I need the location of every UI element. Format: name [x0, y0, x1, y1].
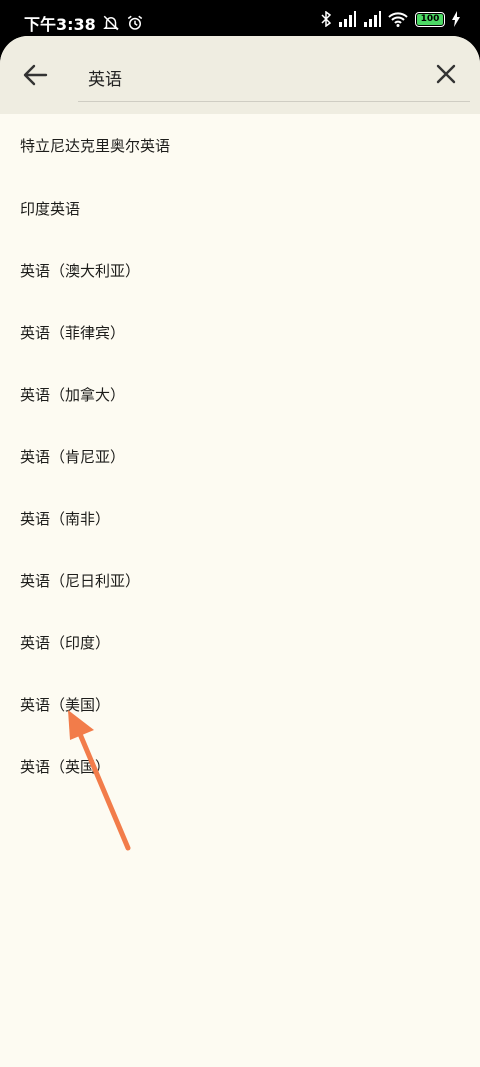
search-input[interactable] [78, 54, 470, 102]
language-result-list: 特立尼达克里奥尔英语 印度英语 英语（澳大利亚） 英语（菲律宾） 英语（加拿大）… [0, 114, 480, 798]
bluetooth-icon [321, 11, 331, 27]
search-header [0, 36, 480, 114]
status-left: 下午3:38 [24, 11, 144, 35]
wifi-icon [388, 12, 408, 27]
status-right: 100 [321, 11, 460, 27]
signal-icon [364, 11, 381, 27]
list-item[interactable]: 英语（印度） [0, 612, 480, 674]
list-item[interactable]: 印度英语 [0, 178, 480, 240]
list-item[interactable]: 特立尼达克里奥尔英语 [0, 114, 480, 178]
list-item[interactable]: 英语（南非） [0, 488, 480, 550]
battery-level: 100 [417, 13, 443, 25]
list-item[interactable]: 英语（菲律宾） [0, 302, 480, 364]
alarm-icon [127, 15, 143, 30]
bell-off-icon [103, 15, 119, 31]
list-item[interactable]: 英语（美国） [0, 674, 480, 736]
status-bar: 下午3:38 100 [0, 0, 480, 40]
language-picker-sheet: 特立尼达克里奥尔英语 印度英语 英语（澳大利亚） 英语（菲律宾） 英语（加拿大）… [0, 36, 480, 1067]
close-icon[interactable] [432, 60, 460, 88]
signal-icon [339, 11, 356, 27]
list-item[interactable]: 英语（澳大利亚） [0, 240, 480, 302]
list-item[interactable]: 英语（肯尼亚） [0, 426, 480, 488]
list-item[interactable]: 英语（加拿大） [0, 364, 480, 426]
status-time: 下午3:38 [24, 15, 96, 34]
list-item[interactable]: 英语（英国） [0, 736, 480, 798]
battery-icon: 100 [415, 11, 445, 27]
list-item[interactable]: 英语（尼日利亚） [0, 550, 480, 612]
back-arrow-icon[interactable] [20, 60, 50, 90]
charging-icon [452, 11, 460, 27]
